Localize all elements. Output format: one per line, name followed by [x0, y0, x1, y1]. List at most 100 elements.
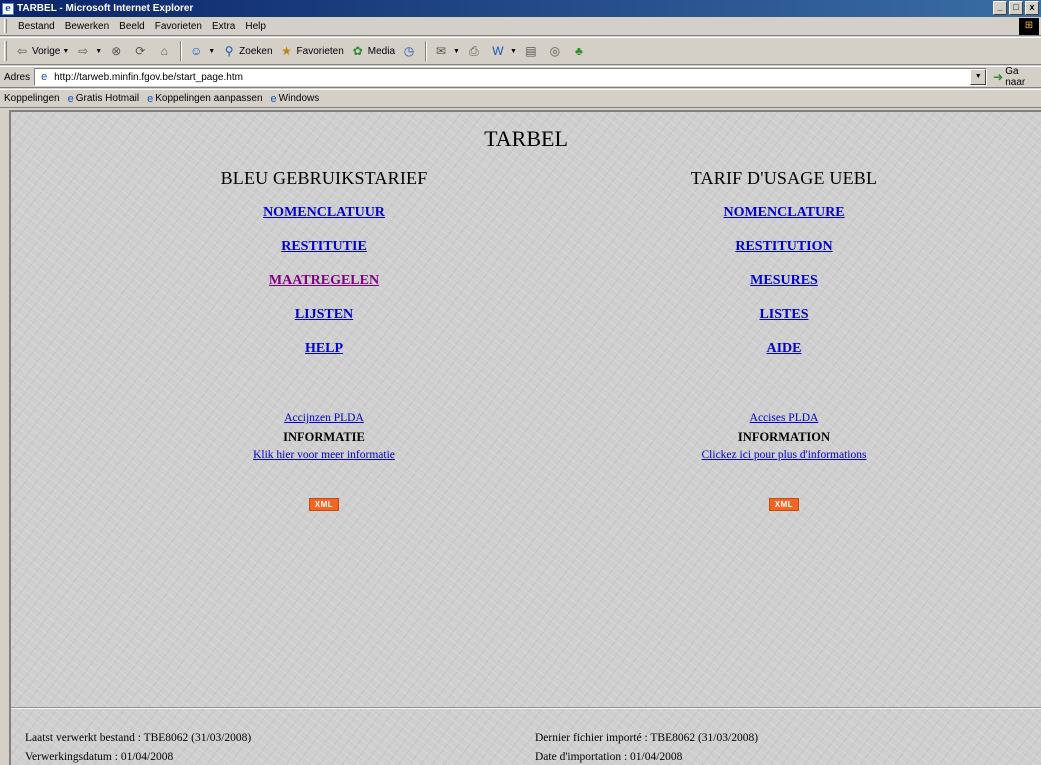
menu-extra[interactable]: Extra — [207, 21, 240, 32]
menu-bar-grip[interactable] — [4, 19, 7, 33]
discuss-button[interactable]: ▤ — [520, 40, 544, 62]
go-arrow-icon: ➜ — [993, 70, 1004, 84]
research-icon: ◎ — [549, 44, 561, 58]
media-button[interactable]: ✿ Media — [347, 40, 398, 62]
french-heading: TARIF D'USAGE UEBL — [690, 168, 878, 188]
link-label: Gratis Hotmail — [75, 93, 140, 104]
address-label: Adres — [4, 71, 31, 83]
link-nomenclature[interactable]: NOMENCLATURE — [584, 196, 984, 230]
minimize-button[interactable]: _ — [993, 1, 1007, 15]
chevron-down-icon[interactable]: ▼ — [510, 48, 517, 55]
page-title: TARBEL — [484, 126, 568, 151]
forward-arrow-icon: ⇨ — [78, 44, 89, 58]
search-label: Zoeken — [239, 45, 273, 57]
links-label: Koppelingen — [4, 93, 60, 104]
address-dropdown-button[interactable]: ▼ — [970, 69, 987, 85]
toolbar-separator — [425, 41, 428, 61]
windows-logo-icon: ⊞ — [1019, 18, 1039, 35]
dutch-heading: BLEU GEBRUIKSTARIEF — [220, 168, 428, 188]
home-icon: ⌂ — [160, 44, 168, 58]
link-accises-plda[interactable]: Accises PLDA — [584, 412, 984, 430]
dutch-info-block: Accijnzen PLDA INFORMATIE Klik hier voor… — [124, 412, 524, 511]
media-label: Media — [367, 45, 396, 57]
xml-feed-icon[interactable]: XML — [308, 498, 340, 511]
go-label: Ga naar — [1005, 66, 1026, 88]
link-label: Koppelingen aanpassen — [155, 93, 263, 104]
processing-date: Verwerkingsdatum : 01/04/2008 — [25, 751, 174, 763]
link-accijnzen-plda[interactable]: Accijnzen PLDA — [124, 412, 524, 430]
history-icon: ◷ — [403, 44, 415, 58]
toolbar-grip[interactable] — [4, 41, 7, 61]
menu-beeld[interactable]: Beeld — [114, 21, 150, 32]
menu-bar: Bestand Bewerken Beeld Favorieten Extra … — [0, 17, 1041, 36]
page-icon: e — [41, 71, 48, 83]
toolbar-separator — [180, 41, 183, 61]
standard-toolbar: ⇦ Vorige ▼ ⇨ ▼ ⊗ ⟳ ⌂ ☺ ▼ ⚲ Zoeken ★ Favo… — [0, 37, 1041, 65]
last-imported-file: Dernier fichier importé : TBE8062 (31/03… — [535, 732, 759, 744]
maximize-button[interactable]: □ — [1009, 1, 1023, 15]
media-icon: ✿ — [352, 44, 363, 58]
print-button[interactable]: ⎙ — [463, 40, 487, 62]
link-lijsten[interactable]: LIJSTEN — [124, 298, 524, 332]
refresh-icon: ⟳ — [135, 44, 146, 58]
back-button[interactable]: ⇦ Vorige ▼ — [11, 40, 72, 62]
link-windows[interactable]: e Windows — [271, 93, 320, 105]
link-meer-informatie[interactable]: Klik hier voor meer informatie — [124, 449, 524, 467]
internet-explorer-icon: e — [2, 2, 14, 15]
link-gratis-hotmail[interactable]: e Gratis Hotmail — [68, 93, 139, 105]
go-button[interactable]: ➜ Ga naar — [993, 66, 1041, 88]
messenger-people-button[interactable]: ♣ — [568, 40, 592, 62]
link-mesures[interactable]: MESURES — [584, 264, 984, 298]
discuss-icon: ▤ — [525, 44, 537, 58]
informatie-heading: INFORMATIE — [283, 430, 365, 444]
menu-bestand[interactable]: Bestand — [13, 21, 60, 32]
last-processed-file: Laatst verwerkt bestand : TBE8062 (31/03… — [25, 732, 252, 744]
chevron-down-icon[interactable]: ▼ — [208, 48, 215, 55]
french-column: TARIF D'USAGE UEBL NOMENCLATURE RESTITUT… — [584, 168, 984, 511]
menu-help[interactable]: Help — [240, 21, 271, 32]
menu-favorieten[interactable]: Favorieten — [150, 21, 207, 32]
edit-button[interactable]: W ▼ — [487, 40, 520, 62]
favorites-button[interactable]: ★ Favorieten — [276, 40, 347, 62]
address-bar: Adres e ▼ ➜ Ga naar — [0, 66, 1041, 88]
chevron-down-icon[interactable]: ▼ — [62, 48, 69, 55]
link-help[interactable]: HELP — [124, 332, 524, 366]
link-plus-informations[interactable]: Clickez ici pour plus d'informations — [584, 449, 984, 467]
home-button[interactable]: ⌂ — [153, 40, 177, 62]
link-maatregelen[interactable]: MAATREGELEN — [124, 264, 524, 298]
dutch-footer: Laatst verwerkt bestand : TBE8062 (31/03… — [25, 729, 251, 765]
window-controls: _ □ x — [993, 1, 1041, 15]
dutch-column: BLEU GEBRUIKSTARIEF NOMENCLATUUR RESTITU… — [124, 168, 524, 511]
links-bar: Koppelingen e Gratis Hotmail e Koppeling… — [0, 89, 1041, 108]
research-button[interactable]: ◎ — [544, 40, 568, 62]
close-button[interactable]: x — [1025, 1, 1039, 15]
menu-bewerken[interactable]: Bewerken — [60, 21, 114, 32]
link-restitution[interactable]: RESTITUTION — [584, 230, 984, 264]
mail-button[interactable]: ✉ ▼ — [430, 40, 463, 62]
link-listes[interactable]: LISTES — [584, 298, 984, 332]
word-edit-icon: W — [492, 44, 504, 58]
messenger-button[interactable]: ☺ ▼ — [185, 40, 218, 62]
link-restitutie[interactable]: RESTITUTIE — [124, 230, 524, 264]
footer-divider — [11, 707, 1041, 709]
page-icon: e — [270, 92, 277, 105]
print-icon: ⎙ — [469, 44, 479, 58]
link-nomenclatuur[interactable]: NOMENCLATUUR — [124, 196, 524, 230]
favorites-icon: ★ — [281, 44, 292, 58]
window-title-bar[interactable]: e TARBEL - Microsoft Internet Explorer _… — [0, 0, 1041, 17]
chevron-down-icon[interactable]: ▼ — [453, 48, 460, 55]
xml-feed-icon[interactable]: XML — [768, 498, 800, 511]
information-heading: INFORMATION — [737, 430, 831, 444]
history-button[interactable]: ◷ — [398, 40, 422, 62]
refresh-button[interactable]: ⟳ — [129, 40, 153, 62]
address-field[interactable]: e ▼ — [34, 68, 988, 86]
link-koppelingen-aanpassen[interactable]: e Koppelingen aanpassen — [147, 93, 262, 105]
messenger-icon: ☺ — [190, 44, 203, 58]
link-aide[interactable]: AIDE — [584, 332, 984, 366]
chevron-down-icon[interactable]: ▼ — [95, 48, 102, 55]
stop-button[interactable]: ⊗ — [105, 40, 129, 62]
address-input[interactable] — [54, 71, 955, 83]
search-button[interactable]: ⚲ Zoeken — [218, 40, 275, 62]
forward-button[interactable]: ⇨ ▼ — [72, 40, 105, 62]
page-icon: e — [67, 92, 74, 105]
